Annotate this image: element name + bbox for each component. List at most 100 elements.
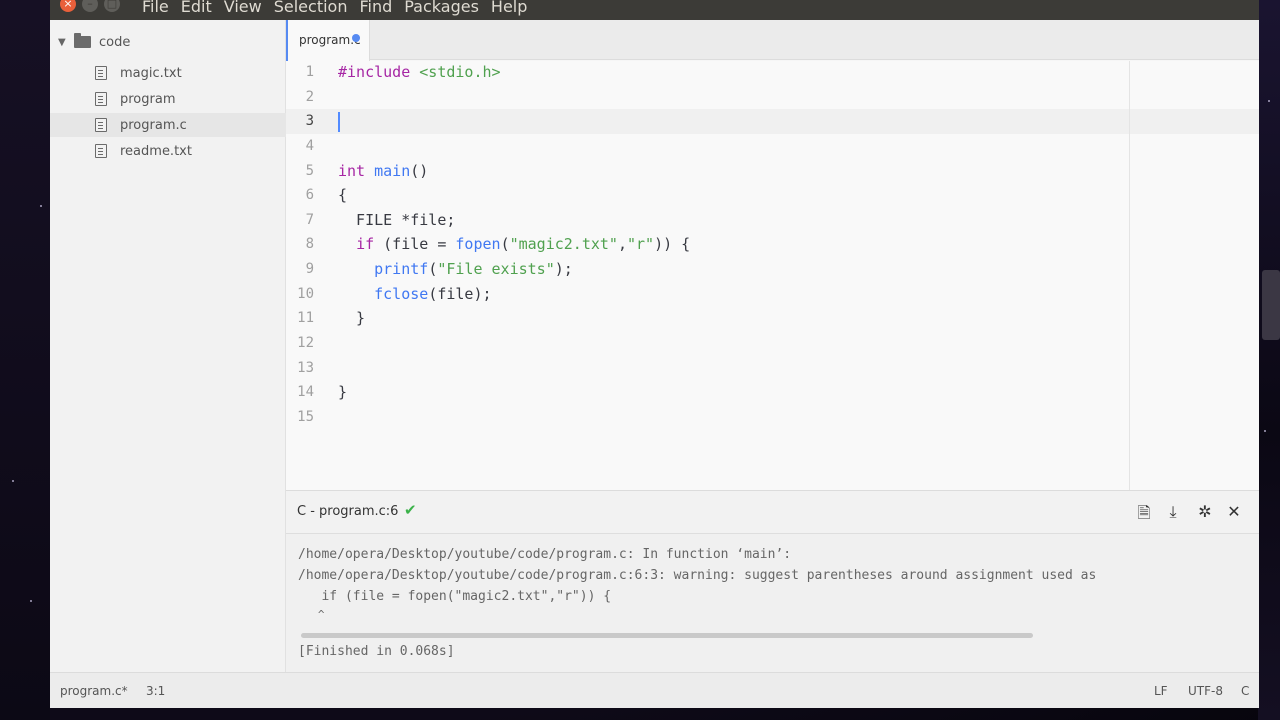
active-line-highlight bbox=[286, 109, 1259, 134]
tree-item-label: program.c bbox=[120, 117, 187, 133]
code-line-7: FILE *file; bbox=[338, 211, 456, 229]
code-line-14: } bbox=[338, 383, 348, 401]
tree-view: ▼ code magic.txt program program.c readm… bbox=[50, 20, 286, 672]
output-line: if (file = fopen("magic2.txt","r")) { bbox=[298, 589, 612, 604]
download-icon[interactable]: ⤓ bbox=[1163, 502, 1183, 522]
file-text-icon bbox=[95, 144, 107, 158]
tab-program-c[interactable]: program.c bbox=[286, 20, 370, 61]
code-token: "r" bbox=[627, 235, 655, 253]
status-bar: program.c* 3:1 LF UTF-8 C bbox=[50, 672, 1259, 708]
folder-icon bbox=[74, 33, 91, 48]
window-controls: × – □ bbox=[60, 0, 120, 12]
tree-item-magic-txt[interactable]: magic.txt bbox=[50, 61, 286, 85]
build-output[interactable]: /home/opera/Desktop/youtube/code/program… bbox=[286, 534, 1259, 672]
status-encoding[interactable]: UTF-8 bbox=[1188, 684, 1223, 698]
line-number: 4 bbox=[305, 138, 314, 154]
line-number: 3 bbox=[305, 113, 314, 129]
code-token: fclose bbox=[374, 285, 429, 303]
code-line-10: fclose(file); bbox=[338, 285, 492, 303]
wrap-guide bbox=[1129, 61, 1130, 490]
desktop-background-right bbox=[1258, 0, 1280, 720]
tree-item-program-c[interactable]: program.c bbox=[50, 113, 286, 137]
code-token: "File exists" bbox=[437, 260, 555, 278]
horizontal-scrollbar[interactable] bbox=[301, 633, 1033, 638]
code-line-11: } bbox=[338, 309, 366, 327]
line-number: 15 bbox=[297, 409, 314, 425]
line-number: 13 bbox=[297, 360, 314, 376]
text-cursor bbox=[338, 112, 340, 132]
code-token: ( bbox=[428, 260, 438, 278]
file-text-icon bbox=[95, 92, 107, 106]
code-token: main bbox=[374, 162, 411, 180]
menubar: × – □ File Edit View Selection Find Pack… bbox=[50, 0, 1259, 20]
window-minimize-button[interactable]: – bbox=[82, 0, 98, 12]
code-token: <stdio.h> bbox=[419, 63, 501, 81]
menu-view[interactable]: View bbox=[224, 0, 262, 17]
build-panel-header: C - program.c:6 ✔ 🗎 ⤓ ✲ ✕ bbox=[286, 490, 1259, 534]
menu-selection[interactable]: Selection bbox=[274, 0, 348, 17]
menu-packages[interactable]: Packages bbox=[404, 0, 479, 17]
code-token: fopen bbox=[455, 235, 501, 253]
code-token: ( bbox=[500, 235, 510, 253]
code-token: int bbox=[338, 162, 375, 180]
code-editor[interactable]: 1 2 3 4 5 6 7 8 9 10 11 12 13 14 15 #inc… bbox=[286, 61, 1259, 490]
line-number: 6 bbox=[305, 187, 314, 203]
tree-item-program[interactable]: program bbox=[50, 87, 286, 111]
line-number: 9 bbox=[305, 261, 314, 277]
tree-item-label: program bbox=[120, 91, 176, 107]
menu-file[interactable]: File bbox=[142, 0, 169, 17]
tree-item-label: magic.txt bbox=[120, 65, 182, 81]
menu-find[interactable]: Find bbox=[359, 0, 392, 17]
code-token: (file = bbox=[374, 235, 456, 253]
file-text-icon bbox=[95, 118, 107, 132]
menu-items: File Edit View Selection Find Packages H… bbox=[142, 0, 539, 17]
line-number: 2 bbox=[305, 89, 314, 105]
code-line-8: if (file = fopen("magic2.txt","r")) { bbox=[338, 235, 690, 253]
menu-edit[interactable]: Edit bbox=[181, 0, 212, 17]
window-maximize-button[interactable]: □ bbox=[104, 0, 120, 12]
status-file-path[interactable]: program.c* bbox=[60, 684, 128, 698]
code-line-5: int main() bbox=[338, 162, 428, 180]
file-icon[interactable]: 🗎 bbox=[1134, 502, 1154, 529]
code-token: () bbox=[410, 162, 429, 180]
code-token: if bbox=[356, 235, 375, 253]
output-line: /home/opera/Desktop/youtube/code/program… bbox=[298, 547, 792, 562]
line-number: 8 bbox=[305, 236, 314, 252]
line-number: 5 bbox=[305, 163, 314, 179]
check-icon: ✔ bbox=[404, 501, 417, 519]
line-number: 14 bbox=[297, 384, 314, 400]
line-number: 1 bbox=[305, 64, 314, 80]
line-number: 10 bbox=[297, 286, 314, 302]
code-token: (file); bbox=[428, 285, 492, 303]
code-token: )) { bbox=[654, 235, 691, 253]
status-line-ending[interactable]: LF bbox=[1154, 684, 1168, 698]
modified-indicator-icon[interactable] bbox=[352, 34, 360, 42]
status-cursor-position[interactable]: 3:1 bbox=[146, 684, 165, 698]
file-text-icon bbox=[95, 66, 107, 80]
editor-window: × – □ File Edit View Selection Find Pack… bbox=[50, 0, 1259, 708]
line-number: 12 bbox=[297, 335, 314, 351]
tab-title: program.c bbox=[299, 33, 361, 47]
code-token: printf bbox=[374, 260, 429, 278]
code-token: , bbox=[617, 235, 627, 253]
window-close-button[interactable]: × bbox=[60, 0, 76, 12]
desktop-background-left bbox=[0, 0, 50, 720]
tree-item-readme-txt[interactable]: readme.txt bbox=[50, 139, 286, 163]
status-grammar[interactable]: C bbox=[1241, 684, 1249, 698]
settings-icon[interactable]: ✲ bbox=[1195, 502, 1215, 521]
menu-help[interactable]: Help bbox=[491, 0, 527, 17]
code-token: "magic2.txt" bbox=[509, 235, 618, 253]
code-line-1: #include <stdio.h> bbox=[338, 63, 501, 81]
line-number: 7 bbox=[305, 212, 314, 228]
tree-root-folder[interactable]: ▼ code bbox=[58, 32, 130, 52]
tree-item-label: readme.txt bbox=[120, 143, 192, 159]
tree-root-label: code bbox=[99, 34, 131, 50]
output-line: /home/opera/Desktop/youtube/code/program… bbox=[298, 568, 1097, 583]
close-icon[interactable]: ✕ bbox=[1224, 502, 1244, 521]
build-panel-title: C - program.c:6 bbox=[297, 504, 399, 519]
code-line-6: { bbox=[338, 186, 348, 204]
code-line-9: printf("File exists"); bbox=[338, 260, 573, 278]
output-line: [Finished in 0.068s] bbox=[298, 644, 455, 659]
